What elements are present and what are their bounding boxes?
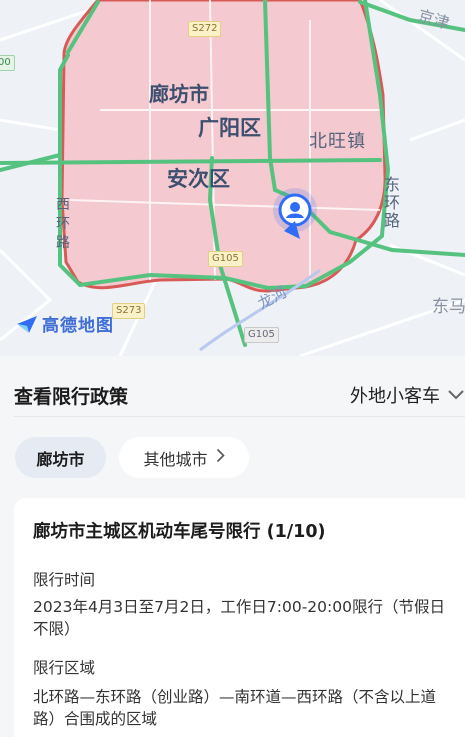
road-badge-g105: G105 (208, 251, 243, 267)
map-label-anci: 安次区 (167, 167, 230, 191)
page-title: 查看限行政策 (14, 386, 129, 408)
road-badge-g105-south: G105 (244, 327, 279, 343)
restriction-area-text: 北环路—东环路（创业路）—南环道—西环路（不含以上道路）合围成的区域 (33, 688, 437, 728)
vehicle-type-label: 外地小客车 (350, 386, 440, 407)
policy-title: 廊坊市主城区机动车尾号限行 (1/10) (33, 522, 326, 542)
tab-other-cities-label: 其他城市 (143, 449, 208, 469)
restriction-time-label: 限行时间 (33, 571, 96, 589)
map-label-guangyang: 广阳区 (198, 116, 261, 140)
gaode-logo-icon (16, 314, 38, 334)
road-badge-edge: 00 (0, 55, 15, 71)
gaode-logo: 高德地图 (16, 311, 114, 336)
tab-other-cities[interactable]: 其他城市 (119, 437, 249, 478)
map-label-east-ring-road: 东环路 (383, 175, 400, 230)
map-label-langfang: 廊坊市 (149, 82, 209, 106)
road-badge-s273: S273 (112, 303, 146, 319)
chevron-down-icon (447, 386, 465, 405)
map-label-dongma: 东马 (432, 297, 465, 317)
chevron-right-icon (216, 448, 225, 467)
restriction-area-label: 限行区域 (33, 659, 96, 677)
divider (14, 416, 465, 417)
tab-langfang[interactable]: 廊坊市 (15, 437, 106, 478)
vehicle-type-dropdown[interactable]: 外地小客车 (350, 382, 465, 408)
map-view[interactable]: 廊坊市 广阳区 安次区 北旺镇 东环路 西环路 东马 京津 龙河 S272 G1… (0, 0, 465, 356)
map-label-west-ring-road: 西环路 (56, 197, 70, 251)
gaode-logo-text: 高德地图 (42, 316, 114, 336)
location-pin-icon[interactable] (272, 187, 318, 245)
map-label-beiwang: 北旺镇 (309, 131, 366, 152)
tab-langfang-label: 廊坊市 (36, 449, 85, 469)
restriction-time-text: 2023年4月3日至7月2日，工作日7:00-20:00限行（节假日不限） (33, 598, 445, 638)
panel-header: 查看限行政策 外地小客车 (0, 376, 465, 416)
policy-card: 廊坊市主城区机动车尾号限行 (1/10) 限行时间 2023年4月3日至7月2日… (14, 498, 465, 737)
road-badge-s272: S272 (188, 21, 222, 37)
